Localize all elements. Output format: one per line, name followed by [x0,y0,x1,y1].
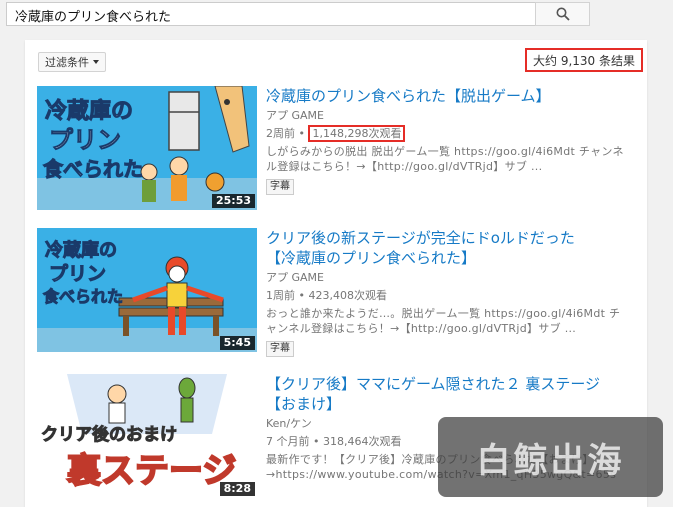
filter-button[interactable]: 过滤条件 [38,52,106,72]
video-duration: 8:28 [219,482,255,496]
description-line: ル登録はこちら！→【http://goo.gl/dVTRjd】サブ ... [266,160,543,173]
video-result: 冷蔵庫の プリン 食べられた 25:53 冷蔵庫のプリン食べられた【脱出ゲーム】… [37,86,637,211]
video-title-line: 【冷蔵庫のプリン食べられた】 [266,249,477,267]
thumbnail-text: 食べられた [42,287,123,306]
view-count: 1,148,298次观看 [308,125,406,142]
description-line: ャンネル登録はこちら！→【http://goo.gl/dVTRjd】サブ ... [266,322,577,335]
video-description: おっと誰か来たようだ…。脱出ゲーム一覧 https://goo.gl/4i6Md… [266,306,631,336]
watermark-logo: 白鲸出海 [438,417,663,497]
cc-badge: 字幕 [266,179,294,195]
video-title[interactable]: 冷蔵庫のプリン食べられた【脱出ゲーム】 [266,86,631,106]
thumbnail-text: プリン [49,262,106,285]
video-duration: 25:53 [211,194,255,208]
video-meta: 2周前 • 1,148,298次观看 [266,125,631,142]
video-thumbnail[interactable]: 冷蔵庫の プリン 食べられた 5:45 [37,228,257,352]
thumbnail-text: 食べられた [43,157,143,181]
video-title[interactable]: クリア後の新ステージが完全にドoルドだった 【冷蔵庫のプリン食べられた】 [266,228,631,268]
thumbnail-text: 冷蔵庫の [45,98,133,124]
search-icon [556,7,570,21]
video-title-line: 【おまけ】 [266,395,342,413]
video-duration: 5:45 [219,336,255,350]
video-title-line: 【クリア後】ママにゲーム隠された２ 裏ステージ [266,375,601,393]
description-line: しがらみからの脱出 脱出ゲーム一覧 https://goo.gl/4i6Mdt … [266,145,624,158]
thumbnail-illustration: 冷蔵庫の プリン 食べられた [37,228,257,352]
channel-name[interactable]: アプ GAME [266,270,631,286]
search-input[interactable]: 冷蔵庫のプリン食べられた [6,2,536,26]
video-thumbnail[interactable]: クリア後のおまけ 裏ステージ 8:28 [37,374,257,498]
thumbnail-text: プリン [49,126,121,154]
result-count: 大约 9,130 条结果 [525,48,643,72]
upload-age: 2周前 • [266,127,305,140]
thumbnail-illustration: クリア後のおまけ 裏ステージ [37,374,257,498]
video-thumbnail[interactable]: 冷蔵庫の プリン 食べられた 25:53 [37,86,257,210]
video-title-line: クリア後の新ステージが完全にドoルドだった [266,229,575,247]
video-meta: 1周前 • 423,408次观看 [266,289,387,302]
description-line: おっと誰か来たようだ…。脱出ゲーム一覧 https://goo.gl/4i6Md… [266,307,621,320]
thumbnail-text: クリア後のおまけ [41,424,177,445]
cc-badge: 字幕 [266,341,294,357]
thumbnail-illustration: 冷蔵庫の プリン 食べられた [37,86,257,210]
video-result: 冷蔵庫の プリン 食べられた 5:45 クリア後の新ステージが完全にドoルドだっ… [37,228,637,357]
search-button[interactable] [535,2,590,26]
thumbnail-text: 裏ステージ [67,451,236,491]
video-title[interactable]: 【クリア後】ママにゲーム隠された２ 裏ステージ 【おまけ】 [266,374,631,414]
chevron-down-icon [93,60,99,64]
video-description: しがらみからの脱出 脱出ゲーム一覧 https://goo.gl/4i6Mdt … [266,144,631,174]
thumbnail-text: 冷蔵庫の [45,239,117,261]
filter-label: 过滤条件 [45,56,89,69]
channel-name[interactable]: アプ GAME [266,108,631,124]
